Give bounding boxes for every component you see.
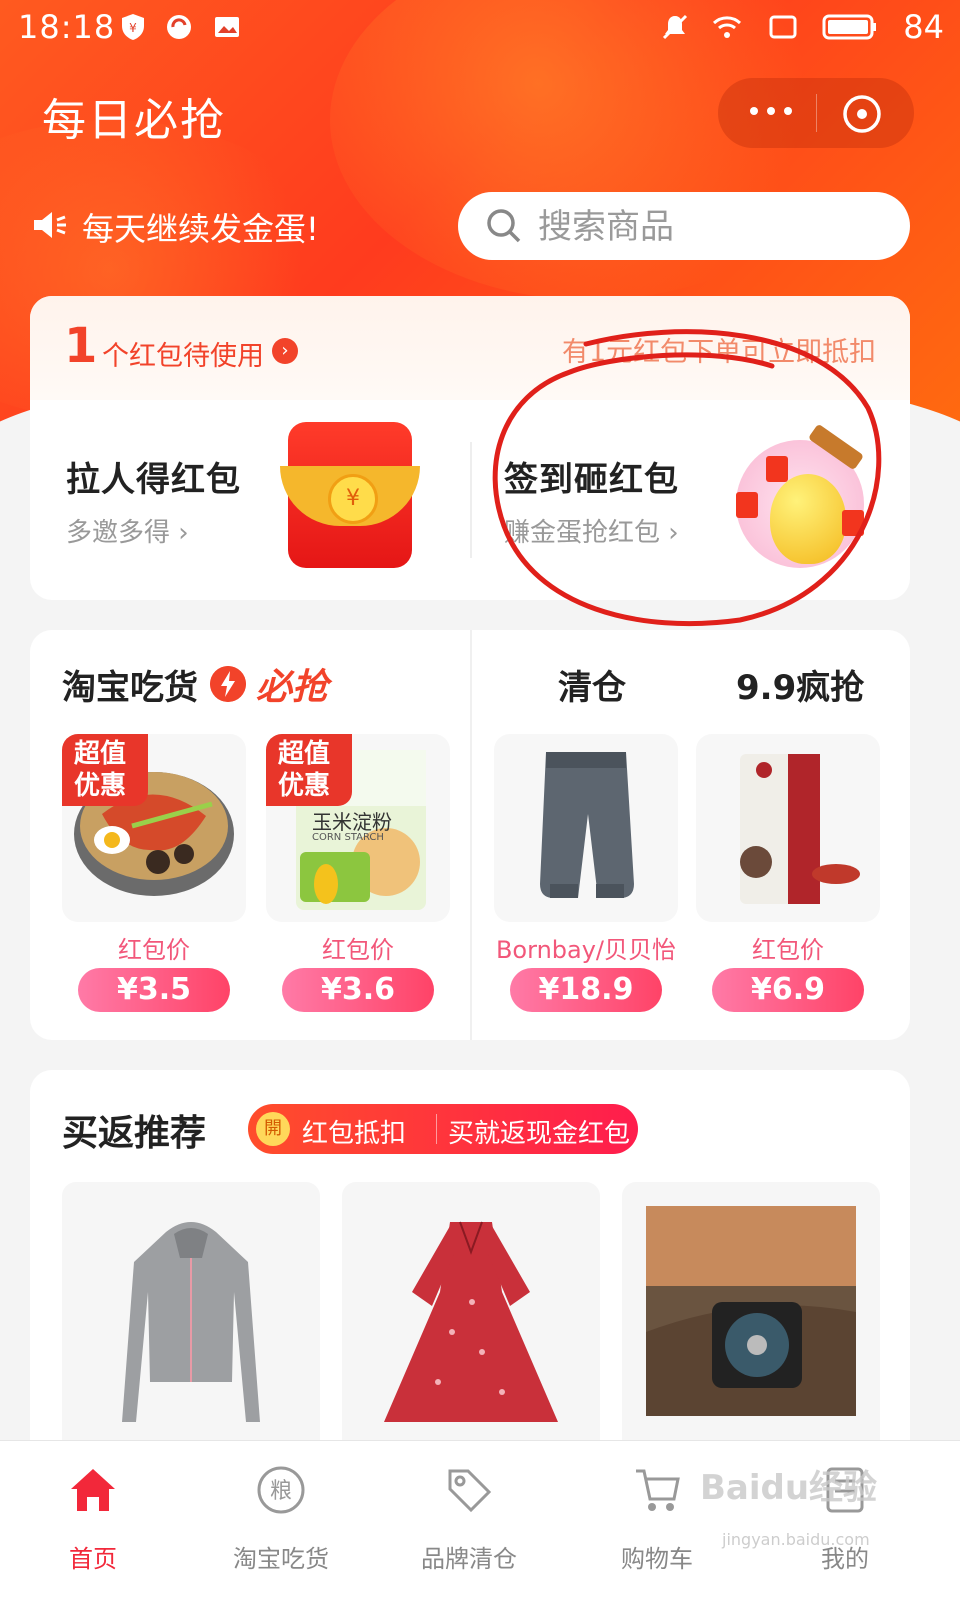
chevron-right-icon: ›	[272, 338, 298, 364]
product-price: ¥3.5	[78, 968, 230, 1012]
floral-dress-image	[384, 1221, 558, 1422]
search-bar[interactable]	[458, 192, 910, 260]
product-label: 红包价	[322, 936, 394, 964]
notice-text: 每天继续发金蛋!	[82, 210, 319, 248]
status-time: 18:18	[18, 8, 116, 46]
badge-text-deduct: 红包抵扣	[302, 1119, 407, 1149]
kids-pants-image	[540, 752, 634, 898]
svg-text:粮: 粮	[270, 1479, 292, 1504]
product-price: ¥18.9	[510, 968, 662, 1012]
product-label: 红包价	[118, 936, 190, 964]
product-price: ¥3.6	[282, 968, 434, 1012]
search-input[interactable]	[536, 200, 880, 254]
page-title: 每日必抢	[42, 95, 226, 146]
foodie-title: 淘宝吃货	[62, 668, 198, 708]
jacket-image	[122, 1222, 260, 1422]
recommend-title: 买返推荐	[62, 1113, 207, 1154]
value-deal-tag: 超值优惠	[266, 734, 352, 806]
lightning-icon	[210, 666, 246, 702]
image-icon	[215, 17, 239, 37]
sync-icon	[167, 15, 191, 39]
red-envelope-icon: ¥	[280, 422, 420, 568]
invite-title: 拉人得红包	[66, 460, 241, 500]
grain-bag-image	[740, 754, 860, 904]
cart-icon	[636, 1469, 680, 1511]
capsule-divider	[816, 94, 817, 132]
product-image	[494, 734, 678, 922]
tag-icon	[448, 1469, 492, 1513]
wristwatch-image	[646, 1206, 856, 1416]
tab-label: 淘宝吃货	[233, 1545, 329, 1573]
red-packet-count-label: 个红包待使用	[102, 341, 264, 372]
invite-subtitle: 多邀多得 ›	[66, 518, 189, 548]
recommend-item[interactable]	[342, 1182, 600, 1462]
red-packet-count: 1	[64, 318, 98, 374]
must-grab-label: 必抢	[256, 667, 329, 708]
badge-divider	[436, 1114, 437, 1144]
close-icon[interactable]	[842, 94, 882, 134]
pack-subtext: CORN STARCH	[312, 832, 384, 843]
cashback-badge: 開 红包抵扣 买就返现金红包	[248, 1104, 638, 1154]
home-icon	[71, 1469, 115, 1511]
recommend-item[interactable]	[622, 1182, 880, 1462]
crazy-grab-title[interactable]: 9.9疯抢	[736, 660, 864, 709]
badge-text-cashback: 买就返现金红包	[448, 1119, 631, 1149]
battery-icon	[822, 14, 876, 40]
tab-label: 购物车	[621, 1545, 693, 1573]
pack-text: 玉米淀粉	[312, 810, 392, 834]
coin-icon: 開	[256, 1112, 290, 1146]
action-divider	[470, 442, 472, 558]
product-image: 超值优惠 玉米淀粉 CORN STARCH	[266, 734, 450, 922]
grain-icon: 粮	[257, 1466, 305, 1514]
watermark: Baidu经验	[700, 1468, 878, 1508]
deals-card: 淘宝吃货 必抢 清仓 9.9疯抢 超值优惠 红包价 ¥3.5 超值优惠 玉米淀粉…	[30, 630, 910, 1040]
wifi-icon	[712, 16, 742, 38]
mini-program-capsule	[718, 78, 914, 148]
product-label: Bornbay/贝贝怡	[495, 936, 677, 964]
recommend-item[interactable]	[62, 1182, 320, 1462]
shield-icon: ¥	[122, 14, 144, 40]
value-deal-tag: 超值优惠	[62, 734, 148, 806]
screen-icon	[769, 15, 797, 39]
speaker-icon	[34, 212, 66, 238]
tab-home[interactable]: 首页	[18, 1463, 168, 1573]
clearance-title[interactable]: 清仓	[558, 660, 626, 709]
tab-foodie[interactable]: 粮 淘宝吃货	[206, 1463, 356, 1573]
product-label: 红包价	[752, 936, 824, 964]
svg-text:¥: ¥	[129, 21, 137, 35]
product-image: 超值优惠	[62, 734, 246, 922]
tab-label: 品牌清仓	[421, 1545, 517, 1573]
status-bar: 18:18 ¥ 84	[0, 0, 960, 56]
product-image	[696, 734, 880, 922]
tab-brand-clearance[interactable]: 品牌清仓	[394, 1463, 544, 1573]
mute-icon	[662, 14, 688, 40]
more-icon[interactable]	[746, 96, 796, 126]
watermark-url: jingyan.baidu.com	[722, 1530, 870, 1549]
annotation-circle	[492, 329, 882, 627]
battery-level: 84	[903, 8, 944, 46]
recommend-card: 买返推荐 開 红包抵扣 买就返现金红包	[30, 1070, 910, 1490]
deals-divider	[470, 630, 472, 1040]
tab-label: 首页	[69, 1545, 117, 1573]
product-price: ¥6.9	[712, 968, 864, 1012]
search-icon	[487, 209, 521, 243]
